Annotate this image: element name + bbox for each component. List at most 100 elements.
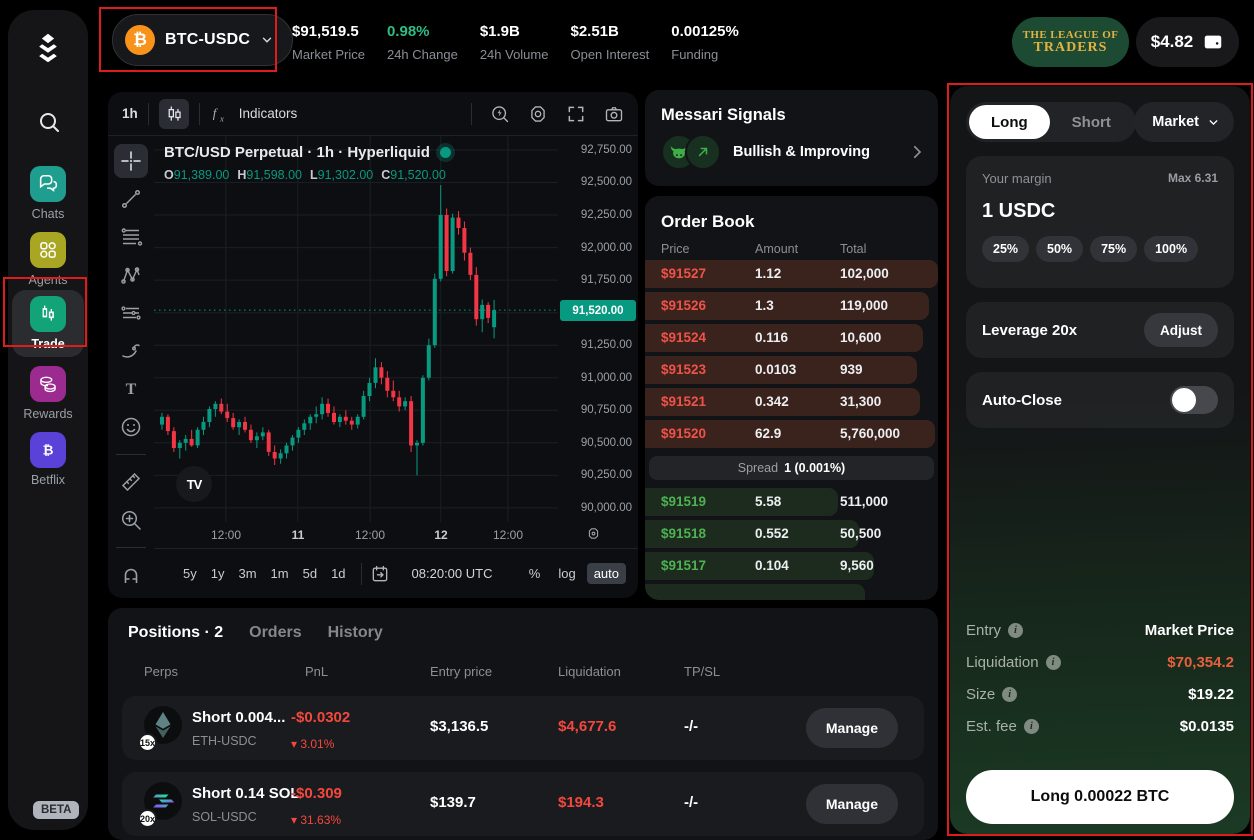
quick-search-icon[interactable] xyxy=(490,104,510,124)
timeframe-5d[interactable]: 5d xyxy=(296,562,324,585)
positions-tab-history[interactable]: History xyxy=(328,624,383,642)
percent-chip-100[interactable]: 100% xyxy=(1144,236,1198,262)
xabcd-pattern-tool-icon[interactable] xyxy=(114,258,148,292)
scale-auto[interactable]: auto xyxy=(587,563,626,584)
messari-signals-card[interactable]: Messari Signals Bullish & Improving xyxy=(645,90,938,186)
chart-legend: BTC/USD Perpetual · 1h · Hyperliquid O91… xyxy=(164,144,454,182)
sidebar-item-label: Chats xyxy=(32,207,65,221)
timeframe-1m[interactable]: 1m xyxy=(264,562,296,585)
sidebar-item-rewards[interactable]: Rewards xyxy=(12,360,84,427)
league-of-traders-logo[interactable]: THE LEAGUE OF TRADERS xyxy=(1012,17,1129,67)
price-tick: 90,000.00 xyxy=(581,502,632,514)
time-axis[interactable]: 12:001112:001212:00 xyxy=(154,522,558,548)
drawing-toolbar: T xyxy=(108,136,154,598)
scale-log[interactable]: log xyxy=(551,563,582,584)
chart-settings-icon[interactable] xyxy=(528,104,548,124)
bitcoin-icon: ₿ xyxy=(125,25,155,55)
percent-chip-50[interactable]: 50% xyxy=(1036,236,1083,262)
svg-text:₿: ₿ xyxy=(43,443,54,458)
auto-close-toggle[interactable] xyxy=(1170,386,1218,414)
order-book-ask-row[interactable]: $915210.34231,300 xyxy=(645,388,938,416)
percent-chip-25[interactable]: 25% xyxy=(982,236,1029,262)
sidebar-item-agents[interactable]: Agents xyxy=(12,226,84,293)
submit-order-button[interactable]: Long 0.00022 BTC xyxy=(966,770,1234,824)
order-book-bid-row[interactable]: $915170.1049,560 xyxy=(645,552,938,580)
fullscreen-icon[interactable] xyxy=(566,104,586,124)
wallet-balance-button[interactable]: $4.82 xyxy=(1136,17,1239,67)
trendline-tool-icon[interactable] xyxy=(114,182,148,216)
order-type-dropdown[interactable]: Market xyxy=(1134,102,1234,142)
order-book-ask-row[interactable]: $915261.3119,000 xyxy=(645,292,938,320)
manage-button[interactable]: Manage xyxy=(806,784,898,824)
text-tool-icon[interactable]: T xyxy=(114,372,148,406)
price-axis[interactable]: 92,750.0092,500.0092,250.0092,000.0091,7… xyxy=(558,136,638,522)
snapshot-camera-icon[interactable] xyxy=(604,104,624,124)
candle-style-icon[interactable] xyxy=(159,99,189,129)
info-icon[interactable]: i xyxy=(1024,719,1039,734)
axis-settings-icon[interactable] xyxy=(586,526,601,541)
chart-panel: 1h fx Indicators xyxy=(108,92,638,598)
timeframe-3m[interactable]: 3m xyxy=(231,562,263,585)
margin-input[interactable]: 1 USDC xyxy=(966,186,1234,223)
order-book-ask-row[interactable]: $915240.11610,600 xyxy=(645,324,938,352)
order-book-ask-row[interactable]: $9152062.95,760,000 xyxy=(645,420,938,448)
order-book-bid-row[interactable]: $915180.55250,500 xyxy=(645,520,938,548)
sidebar-item-betflix[interactable]: ₿Betflix xyxy=(12,426,84,493)
search-icon[interactable] xyxy=(37,110,61,134)
position-tool-tool-icon[interactable] xyxy=(114,296,148,330)
position-liquidation: $194.3 xyxy=(558,794,604,811)
fib-lines-tool-icon[interactable] xyxy=(114,220,148,254)
agents-icon xyxy=(38,240,58,260)
tab-long[interactable]: Long xyxy=(969,105,1050,139)
order-book-ask-row[interactable]: $915271.12102,000 xyxy=(645,260,938,288)
timeframe-1d[interactable]: 1d xyxy=(324,562,352,585)
position-row-eth-usdc: 15xShort 0.004...ETH-USDC-$0.0302▾ 3.01%… xyxy=(122,696,924,760)
position-pnl-percent: ▾ 31.63% xyxy=(291,813,341,827)
info-icon[interactable]: i xyxy=(1002,687,1017,702)
scale-%[interactable]: % xyxy=(522,563,548,584)
signal-text: Bullish & Improving xyxy=(733,144,870,160)
position-entry-price: $3,136.5 xyxy=(430,718,488,735)
candlestick-chart[interactable] xyxy=(154,136,558,522)
magnet-tool-icon[interactable] xyxy=(114,558,148,592)
summary-row-size: Sizei$19.22 xyxy=(966,678,1234,710)
sidebar: ChatsAgentsTradeRewards₿Betflix BETA xyxy=(8,10,88,830)
indicators-label: Indicators xyxy=(239,106,298,121)
position-tpsl: -/- xyxy=(684,718,698,735)
order-book-panel: Order Book PriceAmountTotal $915271.1210… xyxy=(645,196,938,600)
timeframe-1y[interactable]: 1y xyxy=(204,562,232,585)
positions-tab-positions[interactable]: Positions · 2 xyxy=(128,624,223,642)
tradingview-logo[interactable]: TV xyxy=(176,466,212,502)
info-icon[interactable]: i xyxy=(1046,655,1061,670)
order-book-bid-row[interactable] xyxy=(645,584,938,600)
clock-utc[interactable]: 08:20:00 UTC xyxy=(412,566,493,581)
order-book-bid-row[interactable]: $915195.58511,000 xyxy=(645,488,938,516)
stat-value: $1.9B xyxy=(480,23,549,40)
crosshair-tool-icon[interactable] xyxy=(114,144,148,178)
price-tick: 92,000.00 xyxy=(581,242,632,254)
indicators-button[interactable]: fx Indicators xyxy=(210,104,298,124)
positions-tab-orders[interactable]: Orders xyxy=(249,624,301,642)
brush-tool-icon[interactable] xyxy=(114,334,148,368)
go-to-date-icon[interactable] xyxy=(370,564,390,584)
time-tick: 12:00 xyxy=(211,528,241,542)
sidebar-item-trade[interactable]: Trade xyxy=(12,290,84,357)
max-label[interactable]: Max 6.31 xyxy=(1168,171,1218,186)
summary-label: Entry xyxy=(966,622,1001,639)
ruler-tool-icon[interactable] xyxy=(114,465,148,499)
sidebar-item-chats[interactable]: Chats xyxy=(12,160,84,227)
adjust-leverage-button[interactable]: Adjust xyxy=(1144,313,1218,347)
sidebar-item-label: Agents xyxy=(29,273,68,287)
timeframe-5y[interactable]: 5y xyxy=(176,562,204,585)
interval-button[interactable]: 1h xyxy=(122,106,138,121)
order-book-ask-row[interactable]: $915230.0103939 xyxy=(645,356,938,384)
pair-selector[interactable]: ₿ BTC-USDC xyxy=(112,14,293,66)
tab-short[interactable]: Short xyxy=(1050,105,1133,139)
position-pnl: -$0.309 xyxy=(291,785,342,802)
emoji-tool-icon[interactable] xyxy=(114,410,148,444)
manage-button[interactable]: Manage xyxy=(806,708,898,748)
percent-chip-75[interactable]: 75% xyxy=(1090,236,1137,262)
info-icon[interactable]: i xyxy=(1008,623,1023,638)
zoom-in-tool-icon[interactable] xyxy=(114,503,148,537)
app-logo-icon[interactable] xyxy=(30,30,66,70)
